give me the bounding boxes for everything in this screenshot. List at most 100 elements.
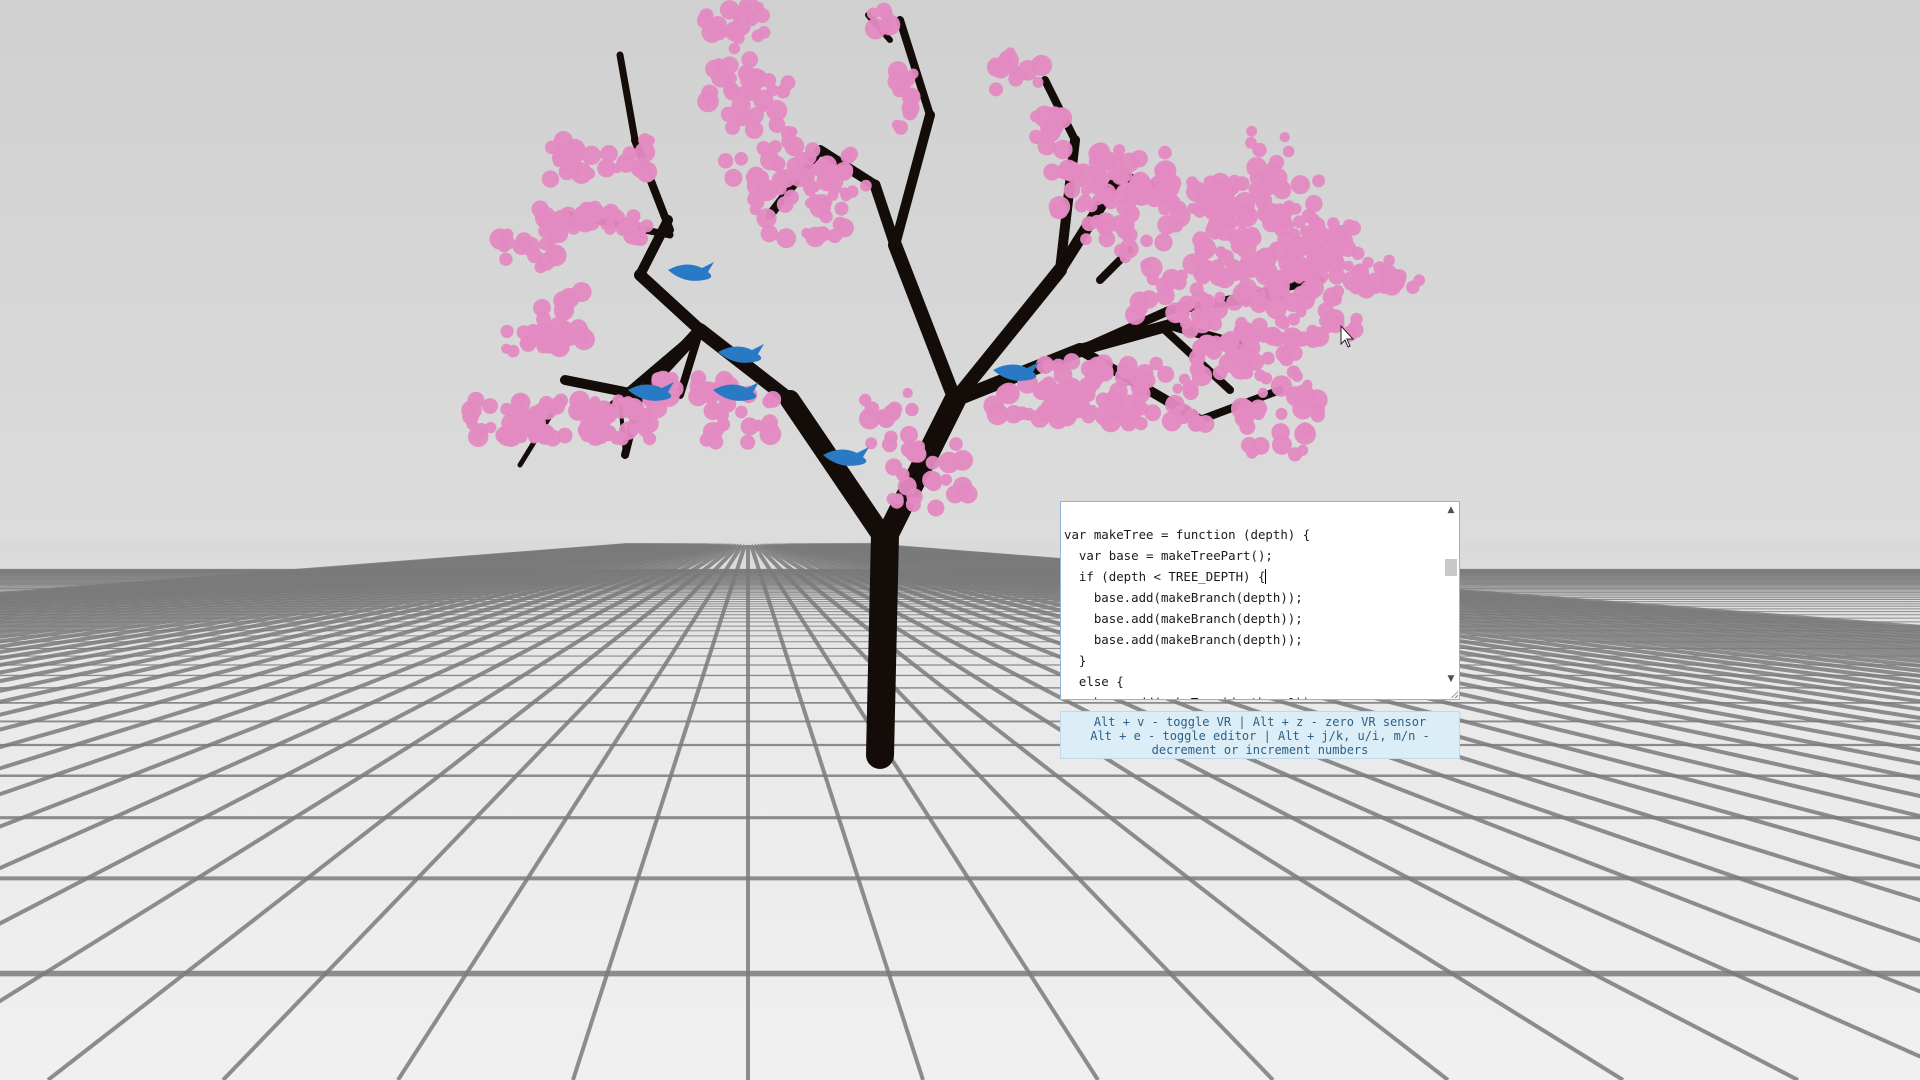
blossom-petal	[1278, 318, 1290, 330]
blossom-petal	[1161, 411, 1183, 432]
blossom-petal	[696, 11, 714, 29]
tree-branch	[866, 521, 899, 769]
blossom-petal	[764, 391, 782, 408]
blossom-petal	[1094, 404, 1117, 427]
code-line[interactable]: base.add(makeTree(depth + 1));	[1064, 692, 1441, 699]
blossom-petal	[760, 224, 778, 243]
blossom-petal	[724, 168, 743, 187]
code-line[interactable]: }	[1064, 650, 1441, 671]
code-line[interactable]: if (depth < TREE_DEPTH) {	[1064, 566, 1441, 587]
code-line[interactable]: base.add(makeBranch(depth));	[1064, 629, 1441, 650]
blossom-petal	[603, 413, 614, 424]
blossom-petal	[753, 1, 764, 13]
blossom-petal	[1305, 195, 1323, 213]
blossom-petal	[1136, 176, 1153, 193]
blossom-petal	[703, 401, 723, 421]
blossom-petal	[1199, 293, 1216, 310]
blossom-petal	[1196, 334, 1218, 356]
blossom-petal	[949, 437, 963, 451]
blossom-petal	[526, 323, 540, 338]
blossom-petal	[1146, 272, 1160, 286]
help-line-editor: Alt + e - toggle editor | Alt + j/k, u/i…	[1090, 729, 1430, 743]
blossom-petal	[622, 146, 637, 161]
blossom-petal	[534, 403, 545, 414]
vr-scene-canvas[interactable]	[0, 0, 1920, 1080]
blossom-petal	[998, 382, 1020, 405]
blossom-petal	[1309, 326, 1330, 347]
blossom-petal	[1098, 151, 1119, 171]
editor-scrollbar[interactable]: ▲ ▼	[1443, 502, 1459, 699]
blossom-petal	[760, 150, 780, 171]
blossom-petal	[1350, 276, 1366, 292]
blossom-petal	[734, 152, 749, 166]
blossom-petal	[1089, 167, 1110, 188]
blossom-petal	[889, 494, 904, 509]
blossom-petal	[1015, 406, 1029, 421]
blossom-petal	[1413, 274, 1425, 287]
help-line-numbers: decrement or increment numbers	[1151, 743, 1369, 757]
code-line[interactable]: else {	[1064, 671, 1441, 692]
blossom-petal	[1389, 275, 1405, 291]
blossom-petal	[952, 450, 973, 471]
blossom-petal	[1265, 298, 1287, 320]
blossom-petal	[1267, 167, 1288, 188]
blossom-petal	[776, 228, 797, 249]
blossom-petal	[1217, 249, 1235, 266]
blossom-petal	[742, 67, 754, 79]
code-editor-text[interactable]: var makeTree = function (depth) { var ba…	[1064, 524, 1441, 699]
blossom-petal	[728, 42, 741, 55]
blossom-petal	[602, 206, 615, 218]
scrollbar-thumb[interactable]	[1445, 559, 1457, 576]
blossom-petal	[610, 430, 625, 445]
blossom-petal	[986, 403, 1009, 426]
blossom-petal	[1182, 384, 1199, 401]
blossom-petal	[604, 223, 616, 235]
blossom-petal	[843, 146, 858, 162]
blossom-petal	[1081, 216, 1097, 232]
blossom-petal	[1184, 408, 1200, 424]
blossom-petal	[1271, 434, 1292, 455]
blossom-petal	[1349, 320, 1361, 332]
blossom-petal	[735, 111, 746, 123]
blossom-petal	[1096, 218, 1114, 236]
scroll-up-arrow-icon[interactable]: ▲	[1443, 502, 1459, 518]
blossom-petal	[725, 24, 739, 39]
blossom-petal	[1066, 391, 1089, 413]
blossom-petal	[1114, 243, 1128, 258]
blossom-petal	[1140, 290, 1159, 309]
resize-grip-icon[interactable]	[1450, 690, 1458, 698]
blossom-petal	[925, 455, 940, 470]
blossom-petal	[1186, 176, 1199, 189]
blossom-petal	[708, 434, 724, 450]
blossom-petal	[793, 164, 805, 176]
blossom-petal	[557, 427, 573, 444]
code-editor[interactable]: var makeTree = function (depth) { var ba…	[1060, 501, 1460, 700]
blossom-petal	[1089, 379, 1101, 390]
blossom-petal	[571, 282, 592, 302]
blossom-petal	[893, 120, 908, 135]
blossom-petal	[1119, 217, 1135, 234]
blossom-petal	[756, 102, 768, 113]
blossom-petal	[1322, 287, 1342, 307]
code-line[interactable]: var base = makeTreePart();	[1064, 545, 1441, 566]
blossom-petal	[534, 261, 547, 274]
blossom-petal	[1063, 182, 1081, 199]
blossom-petal	[1255, 198, 1267, 210]
blossom-petal	[1379, 283, 1390, 295]
blossom-petal	[548, 336, 570, 358]
blossom-petal	[547, 397, 566, 415]
scroll-down-arrow-icon[interactable]: ▼	[1443, 671, 1459, 687]
blossom-petal	[1109, 382, 1128, 401]
blossom-petal	[1254, 369, 1267, 382]
blossom-petal	[586, 407, 598, 418]
code-line[interactable]: var makeTree = function (depth) {	[1064, 524, 1441, 545]
blossom-petal	[720, 106, 737, 123]
blossom-petal	[1296, 239, 1310, 253]
blossom-petal	[929, 472, 941, 484]
code-line[interactable]: base.add(makeBranch(depth));	[1064, 608, 1441, 629]
blossom-petal	[1343, 260, 1354, 272]
code-line[interactable]: base.add(makeBranch(depth));	[1064, 587, 1441, 608]
blossom-petal	[1157, 215, 1177, 235]
blossom-petal	[638, 133, 652, 148]
blossom-petal	[1043, 390, 1064, 410]
